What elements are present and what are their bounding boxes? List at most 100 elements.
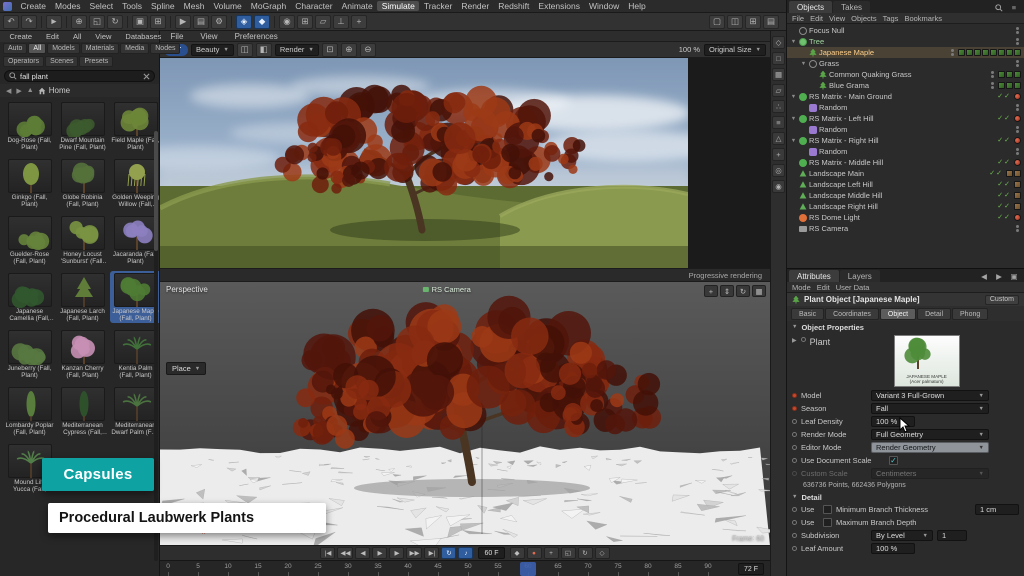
visibility-dots[interactable] xyxy=(1016,225,1019,232)
object-row-random[interactable]: Random xyxy=(787,124,1024,135)
visibility-dots[interactable] xyxy=(1016,38,1019,45)
attr-tab-object[interactable]: Object xyxy=(880,308,916,320)
visibility-dots[interactable] xyxy=(991,71,994,78)
tab-takes[interactable]: Takes xyxy=(833,1,870,13)
object-row-blue-grama[interactable]: Blue Grama xyxy=(787,80,1024,91)
tab-attributes[interactable]: Attributes xyxy=(789,270,839,282)
plant-expand-icon[interactable]: ▶ xyxy=(792,337,797,344)
model-dropdown[interactable]: Variant 3 Full-Grown▼ xyxy=(871,390,989,401)
enable-checks[interactable]: ✓✓ xyxy=(997,159,1010,166)
om-menu-objects[interactable]: Objects xyxy=(851,14,876,23)
parameter-dot[interactable] xyxy=(792,393,797,398)
plant-item-golden-weeping-willow-fall-plant[interactable]: Golden Weeping Willow (Fall, Plant) xyxy=(110,157,159,209)
expand-icon[interactable]: ▼ xyxy=(790,116,797,122)
menu-mograph[interactable]: MoGraph xyxy=(246,1,290,11)
parameter-dot[interactable] xyxy=(792,546,797,551)
object-row-rs-matrix-right-hill[interactable]: ▼RS Matrix - Right Hill✓✓ xyxy=(787,135,1024,146)
plant-item-jacaranda-fall-plant[interactable]: Jacaranda (Fall, Plant) xyxy=(110,214,159,266)
model-mode-icon[interactable]: □ xyxy=(772,52,785,65)
polygons-mode-icon[interactable]: △ xyxy=(772,132,785,145)
camera-label[interactable]: RS Camera xyxy=(423,285,471,294)
plant-item-kanzan-cherry-fall-plant[interactable]: Kanzan Cherry (Fall, Plant) xyxy=(57,328,108,380)
zoom-view-icon[interactable]: ⇕ xyxy=(720,285,734,297)
attr-menu-mode[interactable]: Mode xyxy=(792,283,811,292)
sound-toggle-button[interactable]: ♪ xyxy=(458,547,473,559)
snapshot-icon[interactable]: ◫ xyxy=(237,43,253,57)
enable-checks[interactable]: ✓✓ xyxy=(997,115,1010,122)
menu-mesh[interactable]: Mesh xyxy=(179,1,209,11)
enable-checks[interactable]: ✓✓ xyxy=(997,192,1010,199)
menu-extensions[interactable]: Extensions xyxy=(534,1,585,11)
plant-item-honey-locust-sunburst-fall-plant[interactable]: Honey Locust 'Sunburst' (Fall, Plant) xyxy=(57,214,108,266)
pass-dropdown[interactable]: Beauty▼ xyxy=(191,44,234,56)
render-picture-viewer-icon[interactable]: ▤ xyxy=(193,15,209,29)
current-frame-field[interactable]: 60 F xyxy=(478,547,504,559)
red-tag-icon[interactable] xyxy=(1014,214,1021,221)
render-view-image[interactable] xyxy=(160,58,770,268)
season-dropdown[interactable]: Fall▼ xyxy=(871,403,989,414)
object-row-common-quaking-grass[interactable]: Common Quaking Grass xyxy=(787,69,1024,80)
scrollbar[interactable] xyxy=(154,131,158,561)
last-tool-icon[interactable]: ▣ xyxy=(132,15,148,29)
record-position-button[interactable]: + xyxy=(544,547,559,559)
render-view-icon[interactable]: ▶ xyxy=(175,15,191,29)
detail-header[interactable]: ▼ Detail xyxy=(787,491,1024,503)
viewport-label[interactable]: Perspective xyxy=(166,285,208,294)
rotate-view-icon[interactable]: ↻ xyxy=(736,285,750,297)
visibility-dots[interactable] xyxy=(1016,104,1019,111)
leaf-tag-icon[interactable] xyxy=(958,49,965,56)
undo-icon[interactable]: ↶ xyxy=(3,15,19,29)
tab-objects[interactable]: Objects xyxy=(789,1,832,13)
leaf-tag-icon[interactable] xyxy=(990,49,997,56)
attr-tab-coordinates[interactable]: Coordinates xyxy=(825,308,879,320)
up-icon[interactable]: ▲ xyxy=(26,87,35,94)
timeline[interactable]: 051015202530354045505560657075808590 72 … xyxy=(160,560,770,576)
object-row-rs-camera[interactable]: RS Camera xyxy=(787,223,1024,234)
leaf-tag-icon[interactable] xyxy=(998,71,1005,78)
min-branch-field[interactable]: 1 cm xyxy=(975,504,1019,515)
search-input[interactable]: fall plant xyxy=(4,70,155,82)
zoom-in-icon[interactable]: ⊕ xyxy=(341,43,357,57)
object-row-random[interactable]: Random xyxy=(787,146,1024,157)
visibility-dots[interactable] xyxy=(1016,148,1019,155)
ab-tab-all[interactable]: All xyxy=(28,43,46,54)
om-menu-tags[interactable]: Tags xyxy=(883,14,899,23)
tex-tag-icon[interactable] xyxy=(1014,203,1021,210)
plant-item-dwarf-mountain-pine-fall-plant[interactable]: Dwarf Mountain Pine (Fall, Plant) xyxy=(57,100,108,152)
workplane-mode-icon[interactable]: ▱ xyxy=(772,84,785,97)
enable-checks[interactable]: ✓✓ xyxy=(997,137,1010,144)
snapping-icon[interactable]: ◉ xyxy=(772,180,785,193)
ab-tab-models[interactable]: Models xyxy=(47,43,80,54)
scrollbar-thumb[interactable] xyxy=(154,131,158,251)
object-row-landscape-left-hill[interactable]: Landscape Left Hill✓✓ xyxy=(787,179,1024,190)
visibility-dots[interactable] xyxy=(951,49,954,56)
live-selection-icon[interactable]: ► xyxy=(46,15,62,29)
tex-tag-icon[interactable] xyxy=(1014,170,1021,177)
leaf-tag-icon[interactable] xyxy=(982,49,989,56)
timeline-end-field[interactable]: 72 F xyxy=(738,563,764,575)
expand-icon[interactable]: ▼ xyxy=(800,61,807,67)
leaf-tag-icon[interactable] xyxy=(1014,49,1021,56)
red-tag-icon[interactable] xyxy=(1014,159,1021,166)
snap-settings-icon[interactable]: ◉ xyxy=(279,15,295,29)
plant-item-mediterranean-cypress-fall-plant[interactable]: Mediterranean Cypress (Fall, Plant) xyxy=(57,385,108,437)
red-tag-icon[interactable] xyxy=(1014,115,1021,122)
modeling-axis-icon[interactable]: ⊥ xyxy=(333,15,349,29)
visibility-dots[interactable] xyxy=(991,82,994,89)
object-row-grass[interactable]: ▼Grass xyxy=(787,58,1024,69)
enable-checks[interactable]: ✓✓ xyxy=(989,170,1002,177)
object-row-rs-matrix-main-ground[interactable]: ▼RS Matrix - Main Ground✓✓ xyxy=(787,91,1024,102)
plant-item-globe-robinia-fall-plant[interactable]: Globe Robinia (Fall, Plant) xyxy=(57,157,108,209)
parameter-dot[interactable] xyxy=(792,507,797,512)
clear-search-icon[interactable] xyxy=(143,73,150,80)
grid-toggle-icon[interactable]: ⊞ xyxy=(297,15,313,29)
forward-icon[interactable]: ▶ xyxy=(15,87,22,95)
lock-icon[interactable]: ▣ xyxy=(1008,271,1020,282)
record-keyframe-button[interactable]: ◆ xyxy=(510,547,525,559)
goto-end-button[interactable]: ▶| xyxy=(424,547,439,559)
parameter-dot[interactable] xyxy=(792,458,797,463)
autokey-button[interactable]: ● xyxy=(527,547,542,559)
layout-split-icon[interactable]: ◫ xyxy=(727,15,743,29)
prev-key-button[interactable]: ◀◀ xyxy=(337,547,353,559)
ab-subtab-operators[interactable]: Operators xyxy=(3,56,44,67)
